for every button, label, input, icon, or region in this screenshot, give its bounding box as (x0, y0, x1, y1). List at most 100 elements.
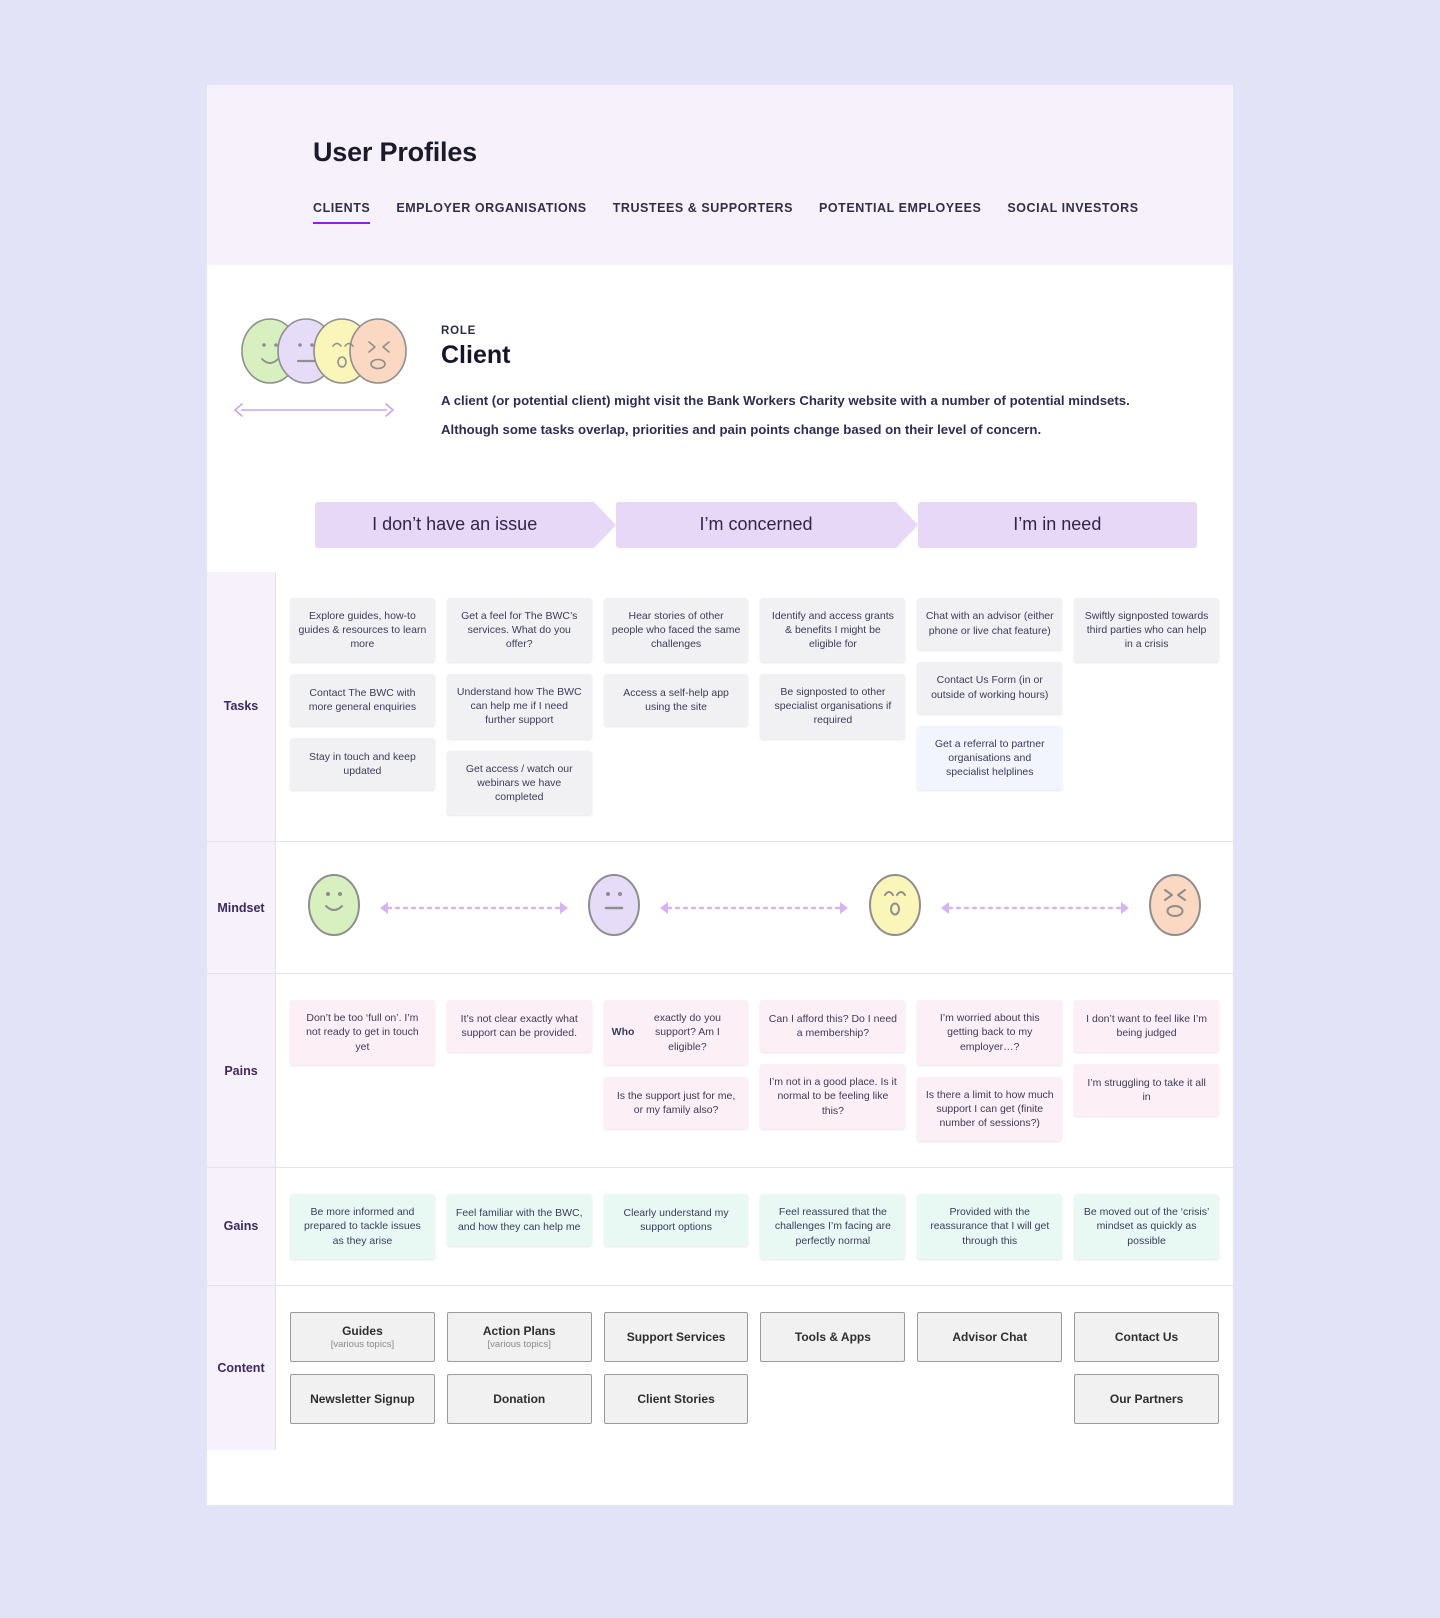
tasks-card: Chat with an advisor (either phone or li… (917, 597, 1063, 650)
page-header: User Profiles CLIENTS EMPLOYER ORGANISATI… (207, 85, 1233, 265)
pains-column: I’m worried about this getting back to m… (917, 1000, 1063, 1142)
stage-banner: I don’t have an issue I’m concerned I’m in… (315, 501, 1233, 548)
row-label-tasks: Tasks (207, 571, 275, 842)
content-column: Support Services Client Stories (603, 1311, 749, 1424)
content-box-title: Action Plans (482, 1323, 556, 1338)
content-box-subtitle: [various topics] (330, 1338, 395, 1350)
content-box[interactable]: Client Stories (603, 1373, 749, 1424)
pains-card: Don’t be too ‘full on’. I’m not ready to… (290, 1000, 435, 1065)
gains-card: Be moved out of the ‘crisis’ mindset as … (1074, 1194, 1219, 1259)
role-visual (233, 313, 413, 450)
row-label-mindset: Mindset (207, 842, 275, 974)
content-box-title: Our Partners (1109, 1391, 1184, 1406)
tasks-card: Contact The BWC with more general enquir… (290, 674, 435, 727)
gains-card: Be more informed and prepared to tackle … (290, 1194, 435, 1259)
tasks-card: Be signposted to other specialist organi… (760, 674, 906, 739)
pains-column: Can I afford this? Do I need a membershi… (760, 1000, 906, 1129)
content-body: Guides [various topics] Newsletter Signup A… (275, 1285, 1233, 1450)
matrix-row-mindset: Mindset (207, 841, 1233, 974)
gains-card: Feel reassured that the challenges I’m f… (760, 1194, 906, 1259)
content-box[interactable]: Tools & Apps (760, 1311, 906, 1362)
content-box-subtitle: [various topics] (487, 1338, 551, 1350)
tasks-card: Get a referral to partner organisations … (917, 725, 1063, 791)
gains-column: Feel familiar with the BWC, and how they… (446, 1194, 592, 1247)
tasks-column: Hear stories of other people who faced t… (603, 597, 749, 727)
content-column: Contact Us Our Partners (1074, 1311, 1219, 1424)
content-box-title: Newsletter Signup (310, 1391, 415, 1406)
role-description-line-2: Although some tasks overlap, priorities … (441, 421, 1042, 437)
tasks-body: Explore guides, how-to guides & resource… (275, 571, 1233, 842)
content-column: Tools & Apps (760, 1311, 906, 1362)
row-label-gains: Gains (207, 1168, 275, 1285)
matrix-row-pains: Pains Don’t be too ‘full on’. I’m not re… (207, 973, 1233, 1168)
matrix-row-content: Content Guides [various topics] Newsletter… (207, 1284, 1233, 1450)
neutral-face-icon (584, 872, 644, 943)
content-column: Advisor Chat (917, 1311, 1063, 1362)
matrix-row-tasks: Tasks Explore guides, how-to guides & re… (207, 571, 1233, 842)
tasks-card: Explore guides, how-to guides & resource… (290, 597, 435, 663)
mindset-body (275, 842, 1233, 974)
content-column: Action Plans [various topics] Donation (446, 1311, 592, 1424)
user-profiles-page: User Profiles CLIENTS EMPLOYER ORGANISATI… (207, 85, 1233, 1505)
tasks-card: Contact Us Form (in or outside of workin… (917, 661, 1063, 714)
tasks-column: Identify and access grants & benefits I … (760, 597, 906, 739)
gains-card: Clearly understand my support options (603, 1194, 749, 1247)
content-box[interactable]: Our Partners (1074, 1373, 1219, 1424)
content-box[interactable]: Guides [various topics] (290, 1311, 435, 1362)
tasks-card: Get a feel for The BWC’s services. What … (446, 597, 592, 663)
content-box[interactable]: Advisor Chat (917, 1311, 1063, 1362)
role-description-line-1: A client (or potential client) might vis… (441, 393, 1130, 408)
tab-employer-organisations[interactable]: EMPLOYER ORGANISATIONS (396, 201, 586, 222)
content-box[interactable]: Support Services (603, 1311, 749, 1362)
tasks-column: Chat with an advisor (either phone or li… (917, 597, 1063, 791)
matrix-row-gains: Gains Be more informed and prepared to t… (207, 1167, 1233, 1285)
content-box-title: Support Services (626, 1329, 726, 1344)
mindset-transition-arrow-icon (644, 901, 864, 915)
content-box[interactable]: Donation (446, 1373, 592, 1424)
gains-card: Feel familiar with the BWC, and how they… (446, 1194, 592, 1247)
faces-stack-icon (233, 315, 413, 387)
role-kicker: ROLE (441, 325, 477, 337)
gains-column: Be more informed and prepared to tackle … (290, 1194, 435, 1259)
worried-face-icon (865, 872, 925, 943)
gains-card: Provided with the reassurance that I wil… (917, 1194, 1063, 1259)
stage-3: I’m in need (917, 501, 1197, 548)
tasks-card: Hear stories of other people who faced t… (603, 597, 749, 663)
pains-column: Don’t be too ‘full on’. I’m not ready to… (290, 1000, 435, 1065)
content-box[interactable]: Newsletter Signup (290, 1373, 435, 1424)
content-box-title: Contact Us (1114, 1329, 1179, 1344)
row-label-content: Content (207, 1285, 275, 1450)
gains-column: Clearly understand my support options (603, 1194, 749, 1247)
tab-trustees-supporters[interactable]: TRUSTEES & SUPPORTERS (613, 201, 793, 222)
pains-card: I don’t want to feel like I’m being judg… (1074, 1000, 1219, 1053)
tasks-card: Get access / watch our webinars we have … (446, 750, 592, 816)
content-box[interactable]: Action Plans [various topics] (446, 1311, 592, 1362)
page-title: User Profiles (313, 137, 477, 167)
profile-tabs: CLIENTS EMPLOYER ORGANISATIONS TRUSTEES & … (313, 201, 1138, 224)
pains-card: Can I afford this? Do I need a membershi… (760, 1000, 906, 1053)
content-box[interactable]: Contact Us (1074, 1311, 1219, 1362)
role-section: ROLE Client A client (or potential clien… (207, 265, 1233, 450)
happy-face-icon (304, 872, 364, 943)
tab-social-investors[interactable]: SOCIAL INVESTORS (1007, 201, 1138, 222)
tab-potential-employees[interactable]: POTENTIAL EMPLOYEES (819, 201, 981, 222)
tasks-card: Access a self-help app using the site (603, 674, 749, 727)
distressed-face-icon (1145, 872, 1205, 943)
pains-card: I’m worried about this getting back to m… (917, 1000, 1063, 1065)
pains-card: Is the support just for me, or my family… (603, 1076, 749, 1129)
role-name: Client (441, 341, 511, 369)
mindset-transition-arrow-icon (925, 901, 1145, 915)
pains-body: Don’t be too ‘full on’. I’m not ready to… (275, 974, 1233, 1168)
content-box-title: Advisor Chat (952, 1329, 1028, 1344)
pains-column: I don’t want to feel like I’m being judg… (1074, 1000, 1219, 1117)
gains-column: Be moved out of the ‘crisis’ mindset as … (1074, 1194, 1219, 1259)
content-box-title: Tools & Apps (794, 1329, 871, 1344)
content-box-title: Donation (493, 1391, 546, 1406)
content-box-title: Client Stories (637, 1391, 715, 1406)
tasks-column: Swiftly signposted towards third parties… (1074, 597, 1219, 663)
tasks-card: Identify and access grants & benefits I … (760, 597, 906, 663)
tab-clients[interactable]: CLIENTS (313, 201, 371, 224)
tasks-column: Explore guides, how-to guides & resource… (290, 597, 435, 791)
range-arrow-icon (233, 403, 413, 422)
pains-column: Who exactly do you support? Am I eligibl… (603, 1000, 749, 1129)
